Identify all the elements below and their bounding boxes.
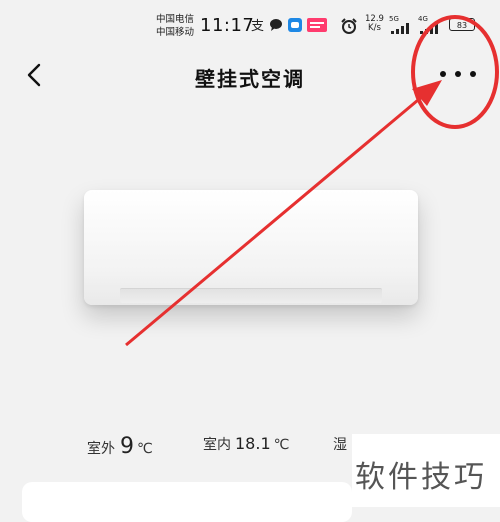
battery-icon: 83 xyxy=(449,18,475,31)
carrier-info: 中国电信 中国移动 xyxy=(156,13,194,39)
outdoor-temperature: 室外 9 ℃ xyxy=(87,434,153,459)
indoor-value: 18.1 xyxy=(235,434,271,453)
outdoor-unit: ℃ xyxy=(137,441,153,457)
more-options-button[interactable] xyxy=(436,61,480,87)
app-badge-icon xyxy=(307,18,327,32)
watermark: 软件技巧 xyxy=(352,434,500,507)
signal-icon-2: 4G xyxy=(418,15,442,34)
air-conditioner-image xyxy=(84,190,418,310)
outdoor-label: 室外 xyxy=(87,441,115,457)
alipay-icon: 支 xyxy=(251,19,264,32)
carrier-2: 中国移动 xyxy=(156,27,195,38)
app-icon xyxy=(288,18,302,32)
page-title: 壁挂式空调 xyxy=(195,67,305,91)
battery-level: 83 xyxy=(456,21,468,30)
humidity: 湿 xyxy=(333,434,347,454)
outdoor-value: 9 xyxy=(120,434,134,459)
signal-icon: 5G xyxy=(389,15,413,34)
network-speed: 12.9 K/s xyxy=(365,15,384,33)
watermark-text: 软件技巧 xyxy=(355,460,487,495)
ac-vent xyxy=(120,288,382,303)
chat-bubble-icon xyxy=(270,19,282,31)
speed-unit: K/s xyxy=(368,23,381,33)
alarm-icon xyxy=(341,18,357,34)
more-horizontal-icon-dot xyxy=(470,71,476,77)
indoor-unit: ℃ xyxy=(273,437,290,453)
indoor-temperature: 室内 18.1 ℃ xyxy=(203,434,289,454)
indoor-label: 室内 xyxy=(203,437,231,453)
carrier-1: 中国电信 xyxy=(156,14,195,25)
control-card[interactable] xyxy=(22,482,352,522)
humidity-label: 湿 xyxy=(333,437,347,453)
status-time: 11:17 xyxy=(200,15,255,36)
svg-text:支: 支 xyxy=(251,19,264,32)
more-horizontal-icon xyxy=(440,71,446,77)
status-bar: 中国电信 中国移动 11:17 支 12.9 K/s 5G 4G 83 xyxy=(0,0,500,50)
more-horizontal-icon-dot xyxy=(455,71,461,77)
